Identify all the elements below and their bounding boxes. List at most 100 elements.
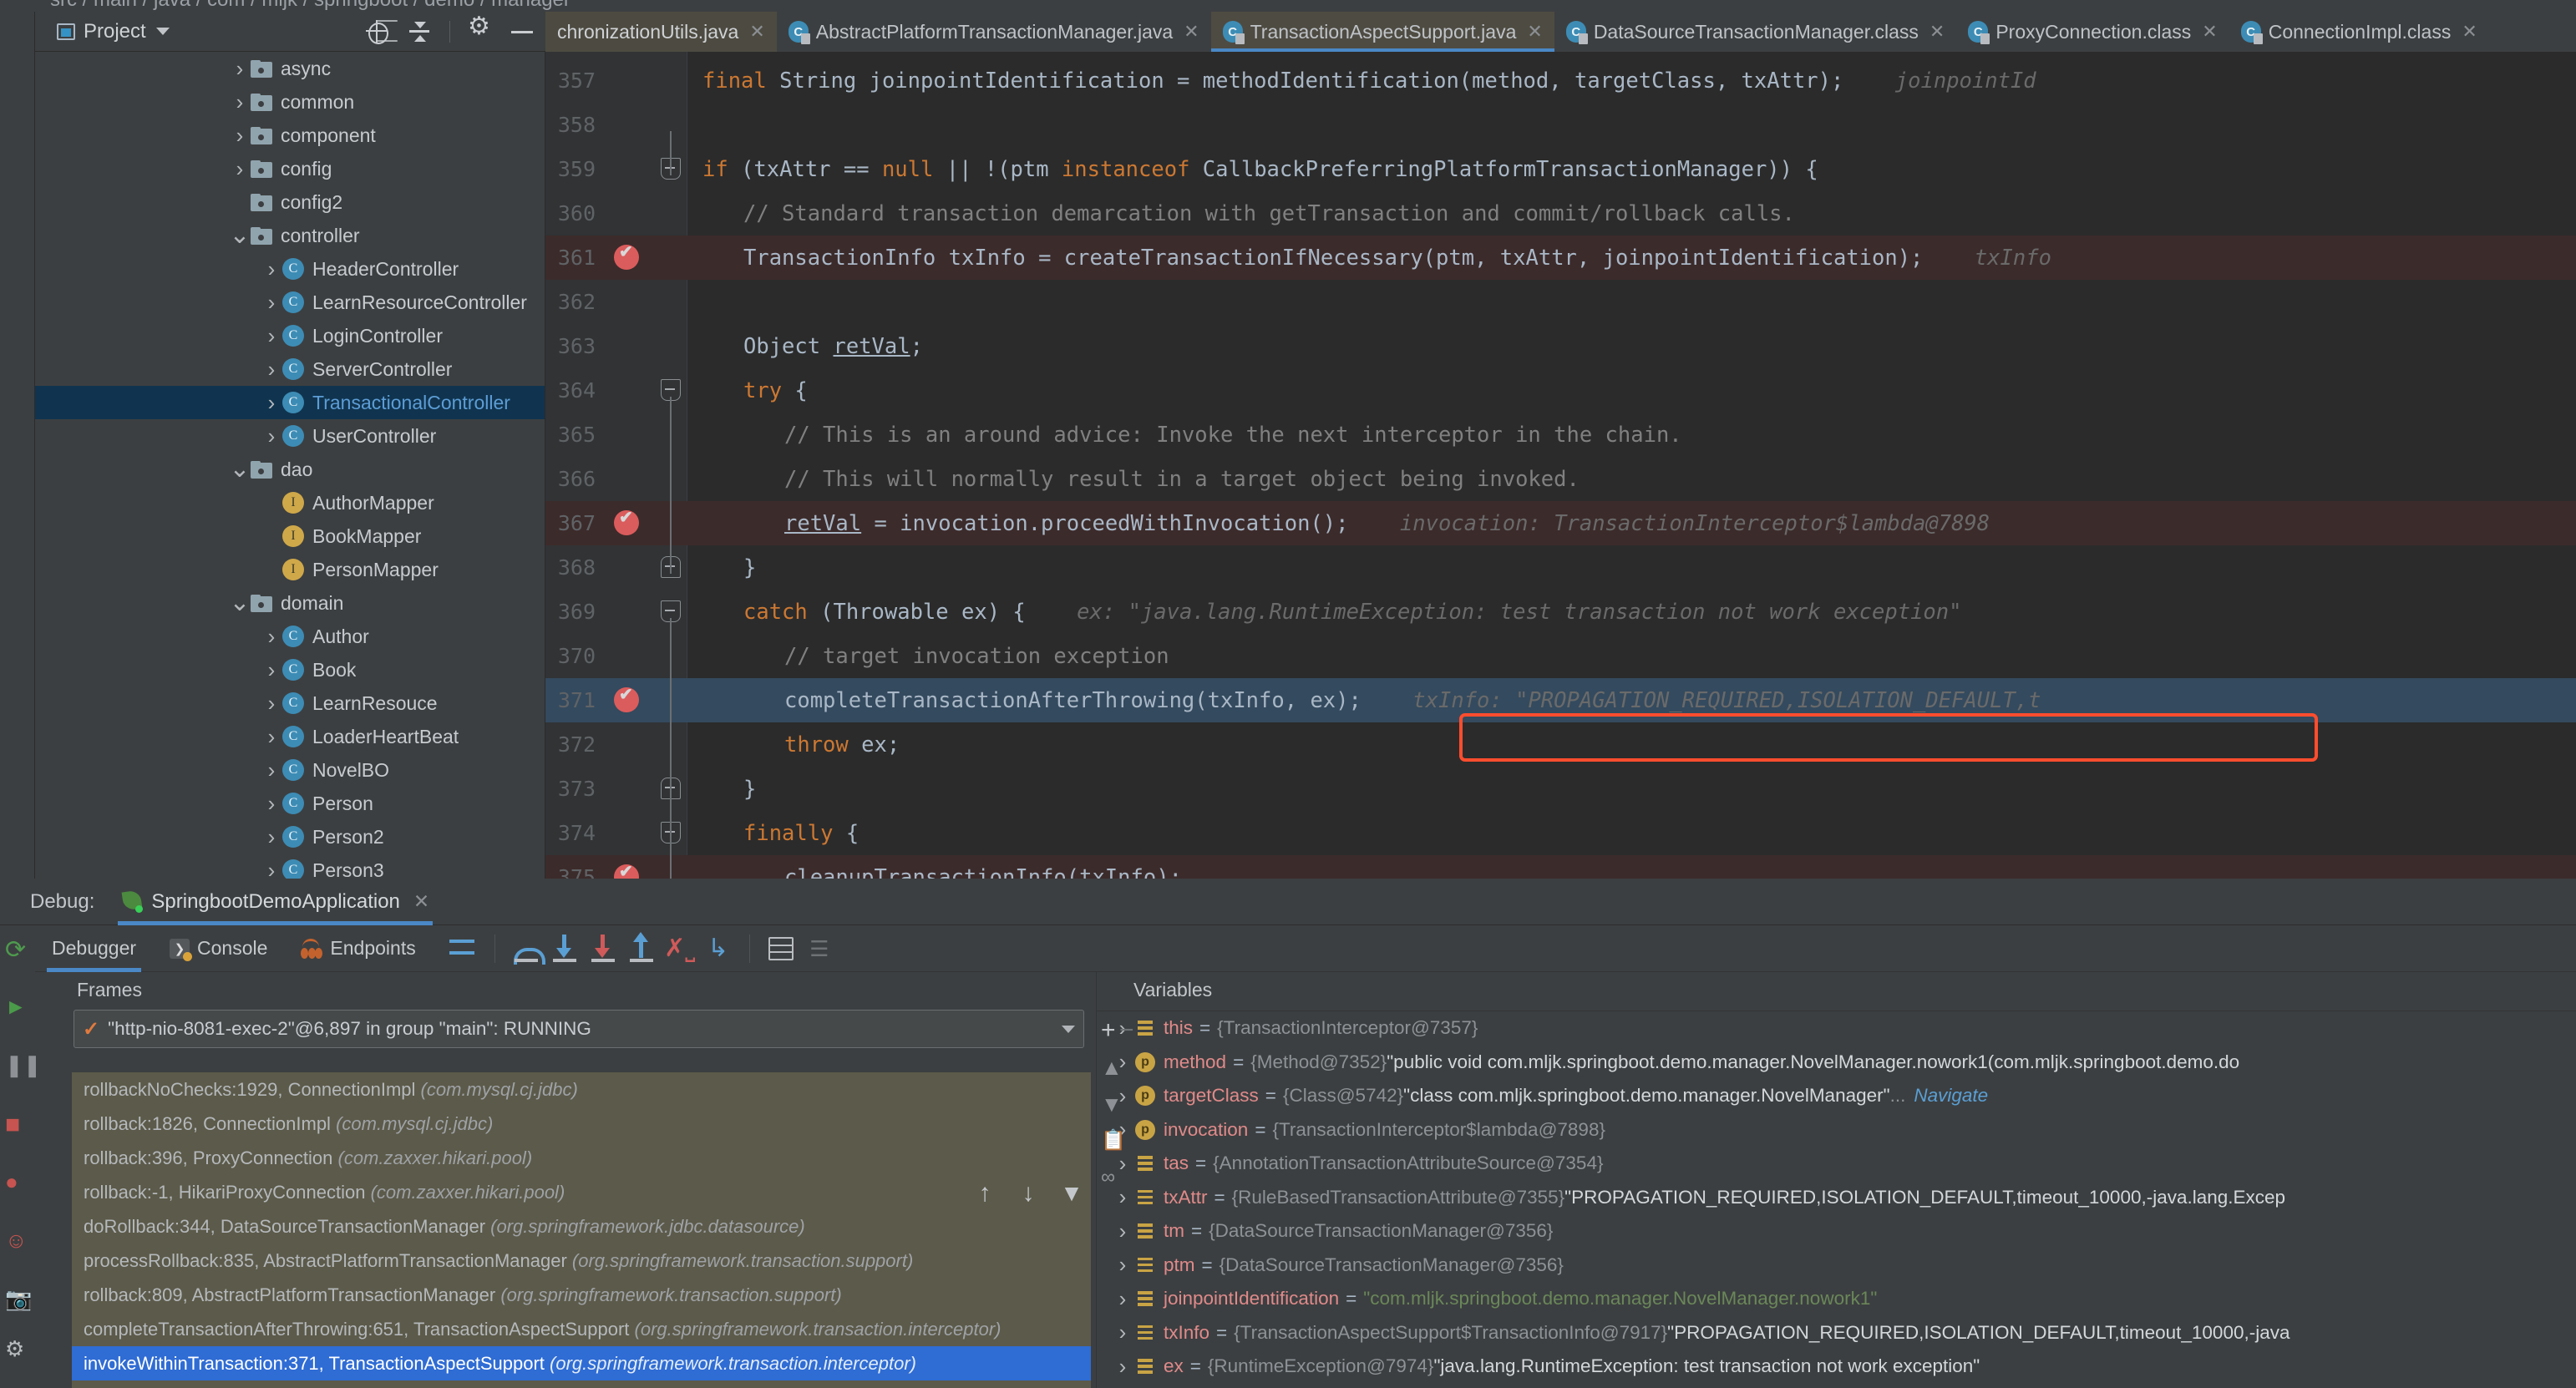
tree-item-novelbo[interactable]: › C NovelBO	[35, 753, 545, 787]
editor-tab[interactable]: chronizationUtils.java ✕	[545, 12, 777, 52]
hide-icon[interactable]	[510, 20, 534, 43]
code-line[interactable]: }	[687, 767, 2576, 811]
chevron-right-icon[interactable]: ›	[1110, 1354, 1135, 1380]
collapse-all-icon[interactable]	[408, 20, 431, 43]
chevron-down-icon[interactable]	[155, 28, 170, 35]
close-icon[interactable]: ✕	[1929, 21, 1945, 43]
variable-row[interactable]: › p method = {Method@7352} "public void com.…	[1097, 1046, 2576, 1080]
code-line[interactable]: Object retVal;	[687, 324, 2576, 368]
code-editor[interactable]: final String joinpointIdentification = m…	[545, 52, 2576, 879]
code-line[interactable]: finally {	[687, 811, 2576, 855]
frames-side-toolbar[interactable]: ↑ ↓ ▼	[966, 985, 1091, 1388]
navigate-link[interactable]: Navigate	[1914, 1085, 1988, 1107]
variable-row[interactable]: › tas = {AnnotationTransactionAttributeSour…	[1097, 1147, 2576, 1181]
tree-item-async[interactable]: › async	[35, 52, 545, 85]
gear-icon[interactable]	[468, 14, 492, 43]
pause-icon[interactable]: ❚❚	[5, 1052, 42, 1081]
chevron-right-icon[interactable]: ›	[261, 859, 282, 879]
variable-row[interactable]: › this = {TransactionInterceptor@7357}	[1097, 1011, 2576, 1046]
code-line[interactable]: retVal = invocation.proceedWithInvocatio…	[545, 501, 2576, 545]
code-line[interactable]	[687, 103, 2576, 147]
tree-item-dao[interactable]: ⌄ dao	[35, 453, 545, 486]
chevron-right-icon[interactable]: ›	[261, 258, 282, 280]
tree-item-headercontroller[interactable]: › C HeaderController	[35, 252, 545, 286]
settings-button[interactable]: ☰	[800, 930, 839, 968]
chevron-right-icon[interactable]: ›	[261, 826, 282, 848]
chevron-right-icon[interactable]: ›	[229, 158, 251, 180]
variables-list[interactable]: › this = {TransactionInterceptor@7357} › p me…	[1097, 1011, 2576, 1388]
chevron-right-icon[interactable]: ›	[261, 325, 282, 347]
variable-row[interactable]: › p invocation = {TransactionInterceptor$lam…	[1097, 1113, 2576, 1147]
breakpoint-icon[interactable]	[614, 507, 639, 535]
editor-tab[interactable]: C DataSourceTransactionManager.class ✕	[1554, 12, 1957, 52]
screenshot-icon[interactable]: 📷	[5, 1286, 33, 1315]
debugger-toolbar[interactable]: Debugger ❯ Console Endpoints ✗⎵ ↳ ☰	[35, 925, 2576, 972]
tree-item-servercontroller[interactable]: › C ServerController	[35, 352, 545, 386]
frames-up-button[interactable]: ↑	[966, 1174, 1004, 1213]
move-down-button[interactable]: ▼	[1101, 1092, 1123, 1117]
frame-row[interactable]: invokeWithinTransaction:371, Transaction…	[72, 1346, 1091, 1380]
chevron-right-icon[interactable]: ›	[261, 659, 282, 681]
remove-watch-button[interactable]: −	[1119, 1016, 1134, 1044]
chevron-right-icon[interactable]: ›	[229, 124, 251, 146]
tree-item-book[interactable]: › C Book	[35, 653, 545, 686]
tree-item-common[interactable]: › common	[35, 85, 545, 119]
chevron-right-icon[interactable]: ›	[1110, 1320, 1135, 1345]
add-watch-button[interactable]: +	[1101, 1016, 1116, 1044]
variable-row[interactable]: › tm = {DataSourceTransactionManager@7356}	[1097, 1214, 2576, 1249]
frame-row[interactable]: rollbackNoChecks:1929, ConnectionImpl (c…	[72, 1072, 1091, 1107]
drop-frame-button[interactable]: ✗⎵	[661, 930, 699, 968]
project-tree[interactable]: ›async›common›component›config›config2⌄c…	[35, 52, 545, 879]
step-into-button[interactable]	[545, 930, 584, 968]
frame-row[interactable]: doRollback:344, DataSourceTransactionMan…	[72, 1209, 1091, 1244]
variable-row[interactable]: › txAttr = {RuleBasedTransactionAttribute@7…	[1097, 1181, 2576, 1215]
code-line[interactable]: cleanupTransactionInfo(txInfo);	[545, 855, 2576, 879]
tree-item-author[interactable]: › C Author	[35, 620, 545, 653]
chevron-right-icon[interactable]: ›	[1110, 1252, 1135, 1278]
chevron-right-icon[interactable]: ›	[229, 58, 251, 79]
tab-console[interactable]: ❯ Console	[153, 925, 284, 972]
editor-tab-bar[interactable]: chronizationUtils.java ✕ C AbstractPlatform…	[545, 12, 2576, 52]
tree-item-config[interactable]: › config	[35, 152, 545, 185]
code-line[interactable]: throw ex;	[687, 722, 2576, 767]
variable-row[interactable]: › ptm = {DataSourceTransactionManager@7356}	[1097, 1249, 2576, 1283]
close-icon[interactable]: ✕	[749, 21, 764, 43]
frame-row[interactable]: rollback:-1, HikariProxyConnection (com.…	[72, 1175, 1091, 1209]
frame-row[interactable]: rollback:396, ProxyConnection (com.zaxxe…	[72, 1141, 1091, 1175]
force-step-into-button[interactable]	[584, 930, 622, 968]
variables-side-toolbar[interactable]: + − ▲ ▼ 📋 ∞	[1101, 1012, 1141, 1196]
project-title-button[interactable]: Project	[57, 20, 170, 43]
chevron-down-icon[interactable]: ⌄	[229, 223, 251, 248]
settings-icon[interactable]: ⚙	[5, 1336, 33, 1365]
variable-row[interactable]: › joinpointIdentification = "com.mljk.sprin…	[1097, 1282, 2576, 1316]
code-line[interactable]: if (txAttr == null || !(ptm instanceof C…	[687, 147, 2576, 191]
code-line[interactable]: }	[687, 545, 2576, 590]
chevron-right-icon[interactable]: ›	[261, 692, 282, 714]
code-line[interactable]: catch (Throwable ex) { ex: "java.lang.Ru…	[687, 590, 2576, 634]
breakpoint-icon[interactable]	[614, 684, 639, 712]
tree-item-person2[interactable]: › C Person2	[35, 820, 545, 854]
tree-item-person[interactable]: › C Person	[35, 787, 545, 820]
tree-item-learnresourcecontroller[interactable]: › C LearnResourceController	[35, 286, 545, 319]
tree-item-loaderheartbeat[interactable]: › C LoaderHeartBeat	[35, 720, 545, 753]
frame-row[interactable]: completeTransactionAfterThrowing:651, Tr…	[72, 1312, 1091, 1346]
chevron-right-icon[interactable]: ›	[261, 358, 282, 380]
chevron-right-icon[interactable]: ›	[229, 91, 251, 113]
editor-tab[interactable]: C AbstractPlatformTransactionManager.java…	[777, 12, 1211, 52]
chevron-right-icon[interactable]: ›	[261, 759, 282, 781]
chevron-right-icon[interactable]: ›	[261, 291, 282, 313]
code-line[interactable]: // target invocation exception	[687, 634, 2576, 678]
debug-session-tab[interactable]: SpringbootDemoApplication ✕	[118, 879, 433, 925]
close-icon[interactable]: ✕	[1184, 21, 1199, 43]
breakpoint-gutter[interactable]	[607, 52, 654, 879]
frame-row[interactable]: rollback:1826, ConnectionImpl (com.mysql…	[72, 1107, 1091, 1141]
code-text-area[interactable]: final String joinpointIdentification = m…	[545, 52, 2576, 879]
code-line[interactable]	[687, 280, 2576, 324]
breakpoint-icon[interactable]	[614, 241, 639, 270]
copy-button[interactable]: 📋	[1101, 1129, 1126, 1152]
chevron-right-icon[interactable]: ›	[261, 425, 282, 447]
code-line[interactable]: TransactionInfo txInfo = createTransacti…	[545, 236, 2576, 280]
variable-row[interactable]: › txInfo = {TransactionAspectSupport$Transa…	[1097, 1316, 2576, 1350]
rerun-icon[interactable]: ⟳	[5, 935, 33, 964]
run-to-cursor-button[interactable]: ↳	[699, 930, 738, 968]
